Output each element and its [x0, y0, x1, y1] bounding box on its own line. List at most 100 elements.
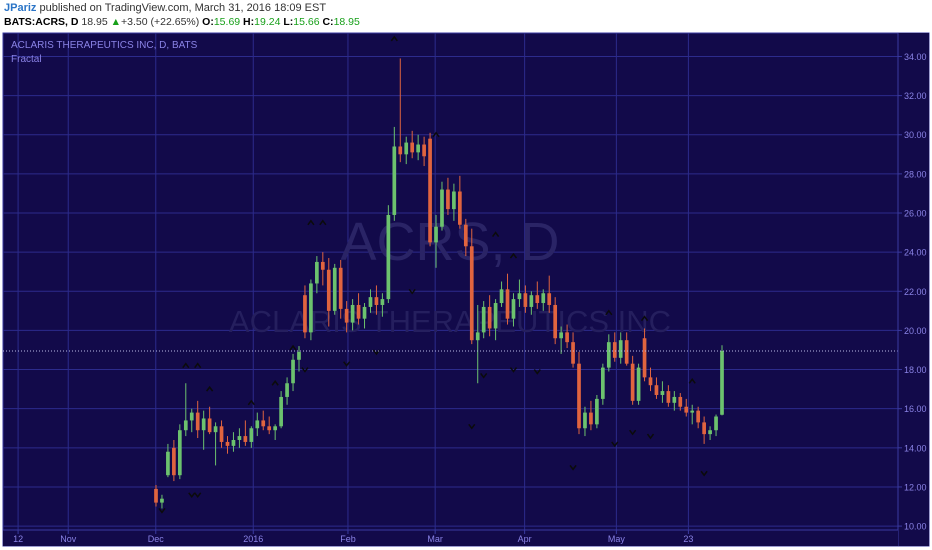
- candle-body: [529, 295, 534, 307]
- published-text: published on TradingView.com, March 31, …: [39, 2, 327, 14]
- candle-body: [255, 420, 260, 429]
- x-tick-label: Mar: [427, 534, 443, 544]
- candle-body: [195, 412, 200, 431]
- candle-body: [332, 267, 337, 311]
- candle-body: [374, 297, 379, 305]
- candle-body: [648, 377, 653, 386]
- y-tick-label: 32.00: [904, 91, 927, 101]
- candle-body: [237, 436, 242, 440]
- candle-body: [189, 412, 194, 421]
- candle-body: [273, 426, 278, 431]
- candle-body: [499, 289, 504, 304]
- candle-body: [720, 350, 724, 415]
- candle-body: [541, 293, 546, 304]
- candle-body: [565, 332, 569, 343]
- candle-body: [225, 441, 230, 446]
- author-link[interactable]: JPariz: [4, 2, 36, 14]
- indicator-label[interactable]: Fractal: [11, 54, 42, 65]
- candle-body: [362, 306, 367, 319]
- candle-body: [243, 436, 248, 442]
- candle-body: [654, 385, 659, 395]
- low-value: 15.66: [293, 16, 320, 28]
- candle-body: [219, 426, 224, 442]
- candle-body: [386, 214, 391, 300]
- candle-body: [469, 246, 474, 341]
- candle-body: [356, 304, 361, 319]
- candle-body: [320, 261, 325, 270]
- watermark-symbol: ACRS, D: [340, 212, 559, 272]
- candle-body: [446, 189, 450, 210]
- up-arrow-icon: ▲: [110, 16, 122, 28]
- candle-body: [338, 267, 343, 309]
- y-tick-label: 30.00: [904, 130, 927, 140]
- y-tick-label: 18.00: [904, 365, 927, 375]
- candle-body: [410, 142, 415, 153]
- candle-body: [702, 422, 706, 435]
- candle-body: [452, 191, 456, 210]
- time-axis-bg[interactable]: [3, 530, 898, 546]
- candle-body: [309, 283, 313, 333]
- candle-body: [434, 226, 438, 243]
- x-tick-label: 23: [683, 534, 693, 544]
- candle-body: [684, 406, 689, 413]
- open-value: 15.69: [213, 16, 241, 28]
- candle-body: [612, 342, 617, 358]
- close-value: 18.95: [333, 16, 360, 28]
- candle-body: [344, 308, 349, 323]
- candle-body: [380, 299, 385, 305]
- candle-body: [606, 342, 611, 368]
- x-tick-label: May: [608, 534, 626, 544]
- candle-body: [279, 396, 283, 427]
- candle-body: [666, 391, 671, 403]
- candle-body: [600, 367, 605, 399]
- candle-body: [422, 144, 426, 157]
- candle-body: [177, 430, 182, 476]
- candle-body: [595, 398, 599, 425]
- candle-body: [535, 295, 540, 304]
- candle-body: [326, 269, 331, 311]
- candle-body: [154, 488, 158, 503]
- candle-body: [207, 418, 212, 433]
- last-price: 18.95: [81, 16, 108, 28]
- candle-body: [714, 416, 718, 431]
- candle-body: [463, 224, 468, 247]
- ohlc-line: BATS:ACRS, D 18.95 ▲+3.50 (+22.65%) O:15…: [4, 16, 360, 29]
- candle-body: [475, 332, 480, 341]
- candle-body: [368, 297, 373, 307]
- change-value: +3.50 (+22.65%): [121, 16, 200, 28]
- candle-body: [297, 351, 301, 360]
- candle-body: [630, 363, 635, 401]
- candle-body: [493, 303, 498, 329]
- y-tick-label: 24.00: [904, 248, 927, 258]
- candle-body: [577, 363, 581, 429]
- y-tick-label: 20.00: [904, 326, 927, 336]
- candle-body: [303, 295, 307, 333]
- y-tick-label: 34.00: [904, 52, 927, 62]
- candle-body: [636, 367, 641, 401]
- candle-body: [201, 418, 206, 431]
- candle-body: [392, 146, 397, 215]
- candle-body: [315, 261, 319, 284]
- candle-body: [458, 191, 462, 225]
- candle-body: [285, 383, 289, 397]
- candle-body: [249, 428, 254, 442]
- candle-body: [571, 342, 575, 364]
- candle-body: [660, 391, 665, 395]
- candle-body: [618, 340, 623, 358]
- candle-body: [160, 498, 164, 503]
- candle-body: [416, 144, 420, 153]
- candle-body: [589, 412, 593, 425]
- plot-background: [2, 32, 930, 547]
- candle-body: [172, 447, 176, 476]
- candle-body: [481, 306, 486, 333]
- candle-body: [350, 304, 355, 323]
- x-tick-label: Apr: [518, 534, 532, 544]
- price-chart[interactable]: ACRS, D ACLARIS THERAPEUTICS INC 10.00 12…: [0, 32, 932, 548]
- y-tick-label: 22.00: [904, 287, 927, 297]
- candle-body: [517, 293, 522, 300]
- y-tick-label: 26.00: [904, 209, 927, 219]
- candle-body: [440, 189, 444, 227]
- candle-body: [553, 304, 558, 339]
- candle-body: [261, 420, 266, 427]
- candle-body: [583, 412, 587, 429]
